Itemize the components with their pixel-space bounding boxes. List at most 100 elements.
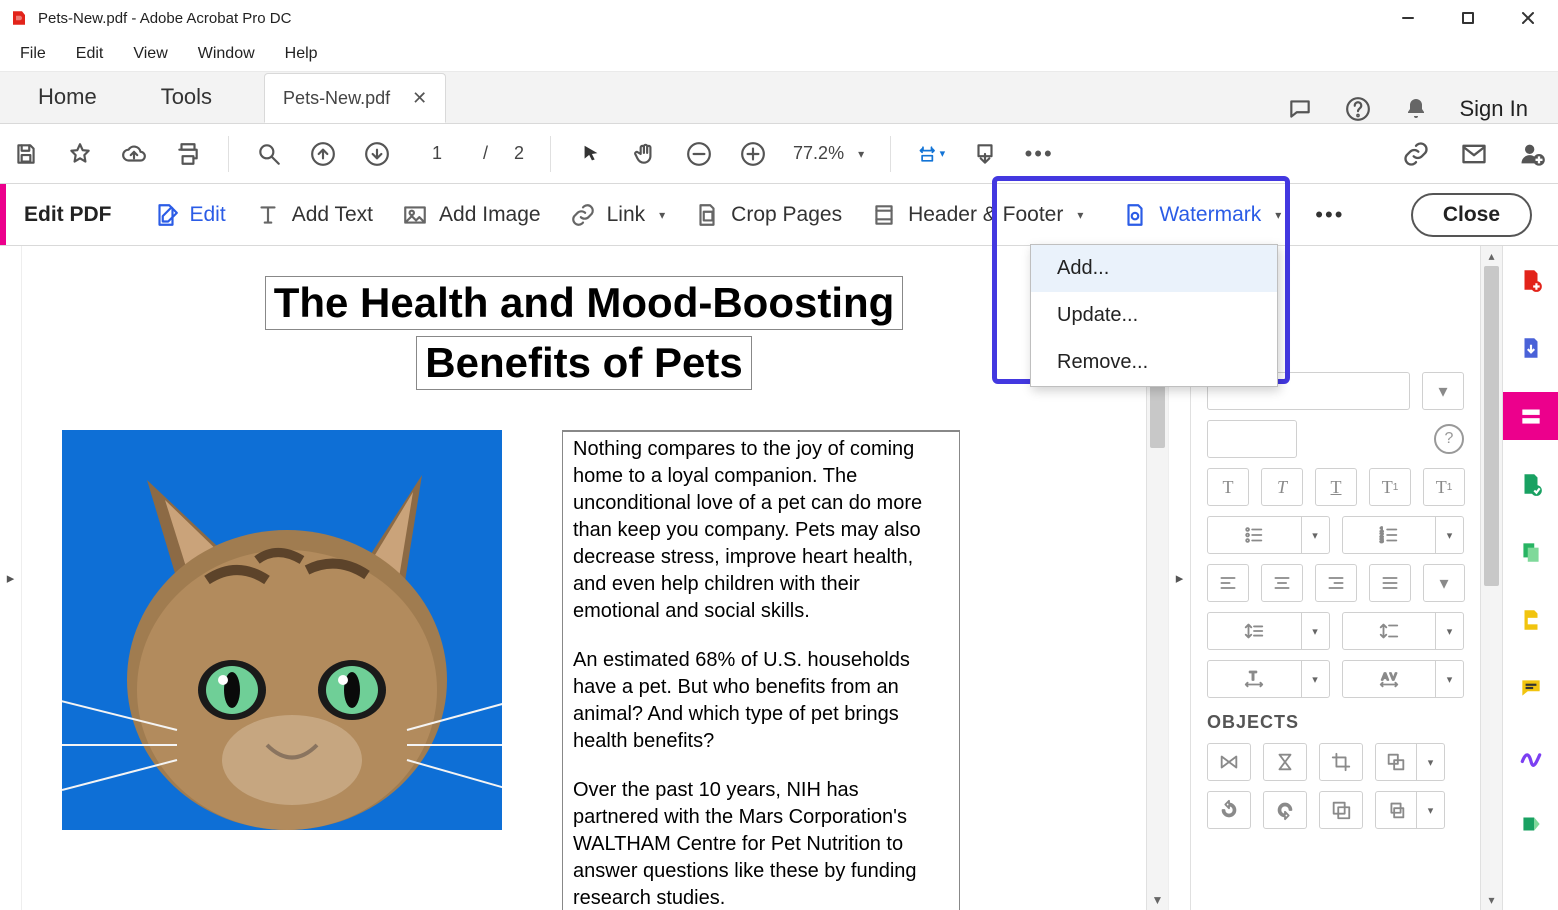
edit-button[interactable]: Edit	[138, 195, 240, 235]
page-display-icon[interactable]	[971, 140, 999, 168]
font-underline-icon[interactable]: T	[1315, 468, 1357, 506]
scroll-thumb[interactable]	[1484, 266, 1499, 586]
zoom-dropdown[interactable]: 77.2% ▾	[793, 143, 864, 164]
watermark-button[interactable]: Watermark ▾	[1107, 195, 1295, 235]
email-icon[interactable]	[1460, 140, 1488, 168]
page-number-input[interactable]	[417, 142, 457, 165]
cloud-upload-icon[interactable]	[120, 140, 148, 168]
watermark-menu-update[interactable]: Update...	[1031, 292, 1277, 339]
font-size-dropdown[interactable]	[1207, 420, 1297, 458]
comments-icon[interactable]	[1286, 95, 1314, 123]
tab-document[interactable]: Pets-New.pdf ✕	[264, 73, 446, 123]
scroll-down-icon[interactable]: ▼	[1147, 890, 1168, 910]
print-icon[interactable]	[174, 140, 202, 168]
search-icon[interactable]	[255, 140, 283, 168]
watermark-icon	[1121, 201, 1149, 229]
next-page-icon[interactable]	[363, 140, 391, 168]
align-center-icon[interactable]	[1261, 564, 1303, 602]
add-text-button[interactable]: Add Text	[240, 195, 387, 235]
crop-object-icon[interactable]	[1319, 743, 1363, 781]
document-text-block[interactable]: Nothing compares to the joy of coming ho…	[562, 430, 960, 910]
editbar-more-icon[interactable]: •••	[1315, 202, 1344, 228]
arrange-dropdown[interactable]: ▾	[1375, 743, 1445, 781]
format-help-icon[interactable]: ?	[1434, 424, 1464, 454]
rail-organize-icon[interactable]	[1503, 528, 1558, 576]
menu-window[interactable]: Window	[184, 41, 269, 67]
horizontal-scale-dropdown[interactable]: T▾	[1207, 660, 1330, 698]
svg-text:T: T	[1250, 669, 1257, 683]
link-button[interactable]: Link ▾	[555, 195, 680, 235]
rail-comment-icon[interactable]	[1503, 596, 1558, 644]
rail-create-pdf-icon[interactable]	[1503, 256, 1558, 304]
help-icon[interactable]	[1344, 95, 1372, 123]
add-image-button[interactable]: Add Image	[387, 195, 555, 235]
font-subscript-icon[interactable]: T1	[1423, 468, 1465, 506]
rail-export-pdf-icon[interactable]	[1503, 324, 1558, 372]
chevron-down-icon: ▾	[659, 208, 665, 222]
save-icon[interactable]	[12, 140, 40, 168]
star-icon[interactable]	[66, 140, 94, 168]
share-link-icon[interactable]	[1402, 140, 1430, 168]
rail-combine-icon[interactable]	[1503, 460, 1558, 508]
scroll-down-icon[interactable]: ▾	[1481, 890, 1502, 910]
left-gutter-expand[interactable]: ▸	[0, 246, 22, 910]
replace-image-icon[interactable]	[1319, 791, 1363, 829]
line-spacing-dropdown[interactable]: ▾	[1207, 612, 1330, 650]
add-person-icon[interactable]	[1518, 140, 1546, 168]
align-justify-icon[interactable]	[1369, 564, 1411, 602]
flip-vertical-icon[interactable]	[1263, 743, 1307, 781]
paragraph-spacing-dropdown[interactable]: ▾	[1342, 612, 1465, 650]
menu-edit[interactable]: Edit	[62, 41, 118, 67]
font-italic-icon[interactable]: T	[1261, 468, 1303, 506]
font-regular-icon[interactable]: T	[1207, 468, 1249, 506]
flip-horizontal-icon[interactable]	[1207, 743, 1251, 781]
rail-more-tools-icon[interactable]	[1503, 800, 1558, 848]
fit-width-icon[interactable]: ▾	[917, 140, 945, 168]
zoom-in-icon[interactable]	[739, 140, 767, 168]
align-objects-dropdown[interactable]: ▾	[1375, 791, 1445, 829]
font-superscript-icon[interactable]: T1	[1369, 468, 1411, 506]
chevron-down-icon: ▾	[1077, 208, 1083, 222]
select-tool-icon[interactable]	[577, 140, 605, 168]
minimize-button[interactable]	[1378, 0, 1438, 36]
document-page[interactable]: The Health and Mood-Boosting Benefits of…	[22, 246, 1146, 910]
crop-pages-button[interactable]: Crop Pages	[679, 195, 856, 235]
rail-sign-icon[interactable]	[1503, 732, 1558, 780]
menu-help[interactable]: Help	[271, 41, 332, 67]
watermark-menu-add[interactable]: Add...	[1031, 245, 1277, 292]
rotate-cw-icon[interactable]	[1263, 791, 1307, 829]
font-family-caret[interactable]: ▾	[1422, 372, 1464, 410]
doc-title-line2[interactable]: Benefits of Pets	[416, 336, 751, 390]
rotate-ccw-icon[interactable]	[1207, 791, 1251, 829]
document-image[interactable]	[62, 430, 502, 830]
doc-title-line1[interactable]: The Health and Mood-Boosting	[265, 276, 904, 330]
close-window-button[interactable]	[1498, 0, 1558, 36]
panel-scrollbar[interactable]: ▴ ▾	[1480, 246, 1502, 910]
tab-home[interactable]: Home	[6, 71, 129, 123]
align-right-icon[interactable]	[1315, 564, 1357, 602]
tab-tools[interactable]: Tools	[129, 71, 244, 123]
tab-close-button[interactable]: ✕	[412, 88, 427, 109]
watermark-menu-remove[interactable]: Remove...	[1031, 339, 1277, 386]
rail-sticky-note-icon[interactable]	[1503, 664, 1558, 712]
maximize-button[interactable]	[1438, 0, 1498, 36]
header-footer-button[interactable]: Header & Footer ▾	[856, 195, 1097, 235]
editbar-close-button[interactable]: Close	[1411, 193, 1532, 237]
zoom-out-icon[interactable]	[685, 140, 713, 168]
prev-page-icon[interactable]	[309, 140, 337, 168]
scroll-up-icon[interactable]: ▴	[1481, 246, 1502, 266]
hand-tool-icon[interactable]	[631, 140, 659, 168]
character-spacing-dropdown[interactable]: AV▾	[1342, 660, 1465, 698]
sign-in-link[interactable]: Sign In	[1460, 96, 1529, 122]
menu-file[interactable]: File	[6, 41, 60, 67]
bullet-list-dropdown[interactable]: ▾	[1207, 516, 1330, 554]
more-tools-icon[interactable]: •••	[1025, 140, 1053, 168]
align-more-caret[interactable]: ▾	[1423, 564, 1465, 602]
watermark-menu: Add... Update... Remove...	[1030, 244, 1278, 387]
align-left-icon[interactable]	[1207, 564, 1249, 602]
notifications-icon[interactable]	[1402, 95, 1430, 123]
add-text-icon	[254, 201, 282, 229]
rail-edit-pdf-icon[interactable]	[1503, 392, 1558, 440]
numbered-list-dropdown[interactable]: 123▾	[1342, 516, 1465, 554]
menu-view[interactable]: View	[119, 41, 181, 67]
